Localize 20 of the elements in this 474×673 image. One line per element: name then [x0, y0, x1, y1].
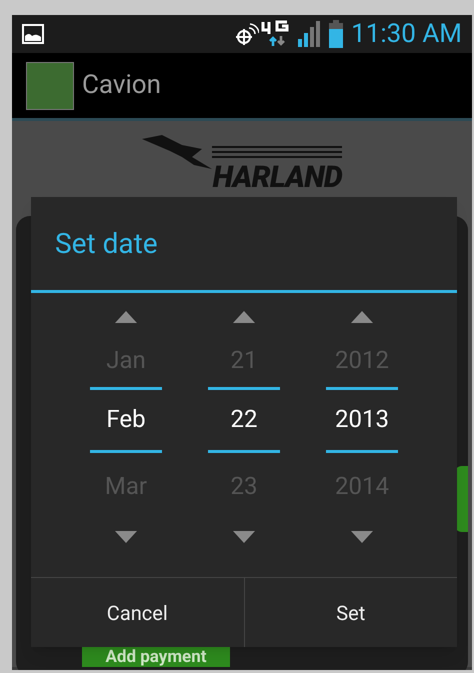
image-icon	[22, 24, 44, 44]
dialog-title: Set date	[55, 226, 158, 262]
selected-picker-value[interactable]: 2013	[335, 404, 389, 434]
increment-arrow-icon[interactable]	[233, 311, 255, 323]
increment-arrow-icon[interactable]	[115, 311, 137, 323]
increment-arrow-icon[interactable]	[351, 311, 373, 323]
selected-picker-value[interactable]: Feb	[106, 404, 146, 434]
app-title: Cavion	[82, 69, 161, 102]
clock-time: 11:30 AM	[351, 21, 462, 47]
selected-picker-value[interactable]: 22	[230, 404, 258, 434]
gps-icon	[235, 22, 260, 46]
logo-text: HARLAND	[212, 163, 342, 193]
decrement-arrow-icon[interactable]	[351, 531, 373, 543]
dialog-button[interactable]: Cancel	[31, 578, 244, 647]
battery-icon	[329, 20, 344, 48]
dialog-button[interactable]: Set	[244, 578, 457, 647]
decrement-arrow-icon[interactable]	[115, 531, 137, 543]
signal-icon	[297, 21, 322, 47]
add-payment-button[interactable]: Add payment	[82, 647, 230, 667]
decrement-arrow-icon[interactable]	[233, 531, 255, 543]
